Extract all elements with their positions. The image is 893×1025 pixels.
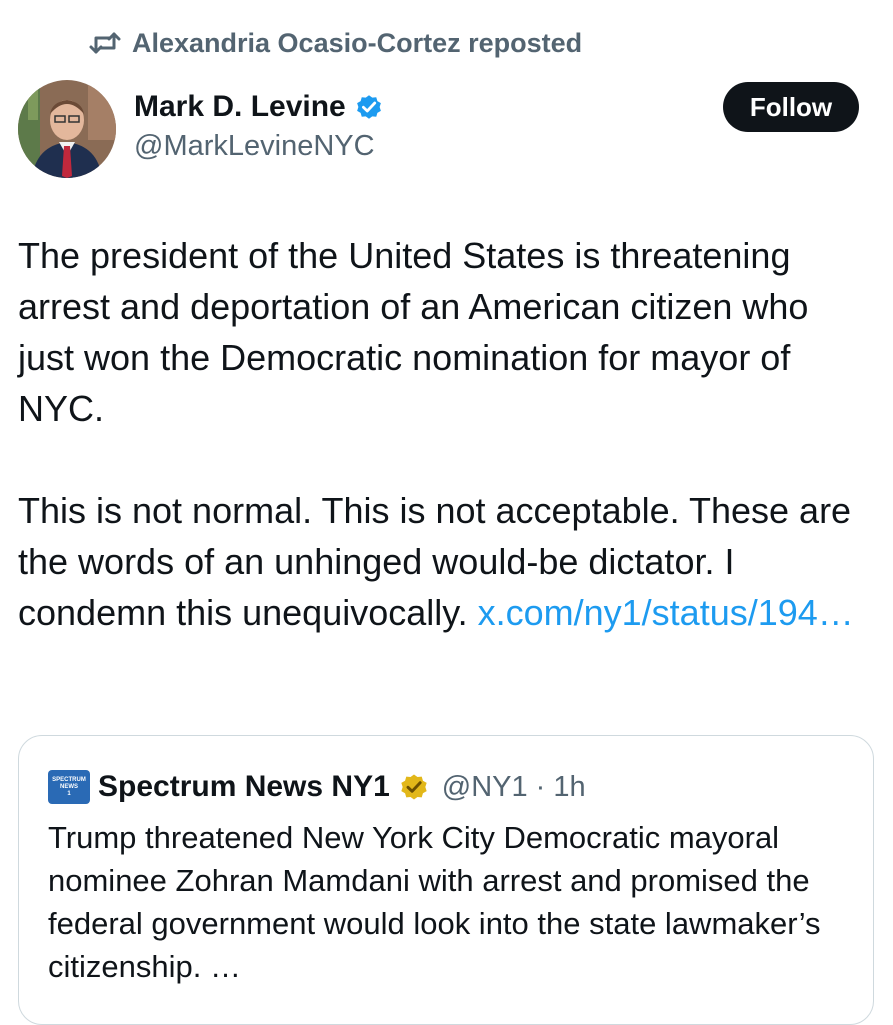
logo-line-2: NEWS xyxy=(60,783,78,790)
tweet-paragraph-1: The president of the United States is th… xyxy=(18,235,809,429)
tweet-paragraph-2: This is not normal. This is not acceptab… xyxy=(18,485,868,638)
spectrum-news-logo[interactable]: SPECTRUM NEWS 1 xyxy=(48,770,90,804)
quoted-tweet-text: Trump threatened New York City Democrati… xyxy=(48,820,821,984)
quoted-timestamp[interactable]: 1h xyxy=(553,771,585,804)
quoted-author-handle[interactable]: @NY1 xyxy=(442,771,528,804)
repost-icon xyxy=(88,28,122,58)
author-handle[interactable]: @MarkLevineNYC xyxy=(134,130,384,163)
tweet-text: The president of the United States is th… xyxy=(18,230,868,638)
avatar[interactable] xyxy=(18,80,116,178)
repost-indicator[interactable]: Alexandria Ocasio-Cortez reposted xyxy=(88,24,582,62)
author-block: Mark D. Levine @MarkLevineNYC xyxy=(134,88,384,163)
tweet-link[interactable]: x.com/ny1/status/194… xyxy=(478,592,854,633)
repost-text[interactable]: Alexandria Ocasio-Cortez reposted xyxy=(132,28,582,59)
verified-gold-badge-icon[interactable] xyxy=(398,771,430,803)
quoted-tweet[interactable]: SPECTRUM NEWS 1 Spectrum News NY1 @NY1 ·… xyxy=(18,735,874,1025)
meta-separator: · xyxy=(535,770,546,803)
author-name[interactable]: Mark D. Levine xyxy=(134,90,346,124)
follow-button[interactable]: Follow xyxy=(723,82,859,132)
logo-line-3: 1 xyxy=(67,790,71,797)
verified-badge-icon[interactable] xyxy=(354,92,384,122)
quoted-author-name[interactable]: Spectrum News NY1 xyxy=(98,770,390,804)
quoted-tweet-header: SPECTRUM NEWS 1 Spectrum News NY1 @NY1 ·… xyxy=(48,768,586,806)
logo-line-1: SPECTRUM xyxy=(52,776,86,783)
